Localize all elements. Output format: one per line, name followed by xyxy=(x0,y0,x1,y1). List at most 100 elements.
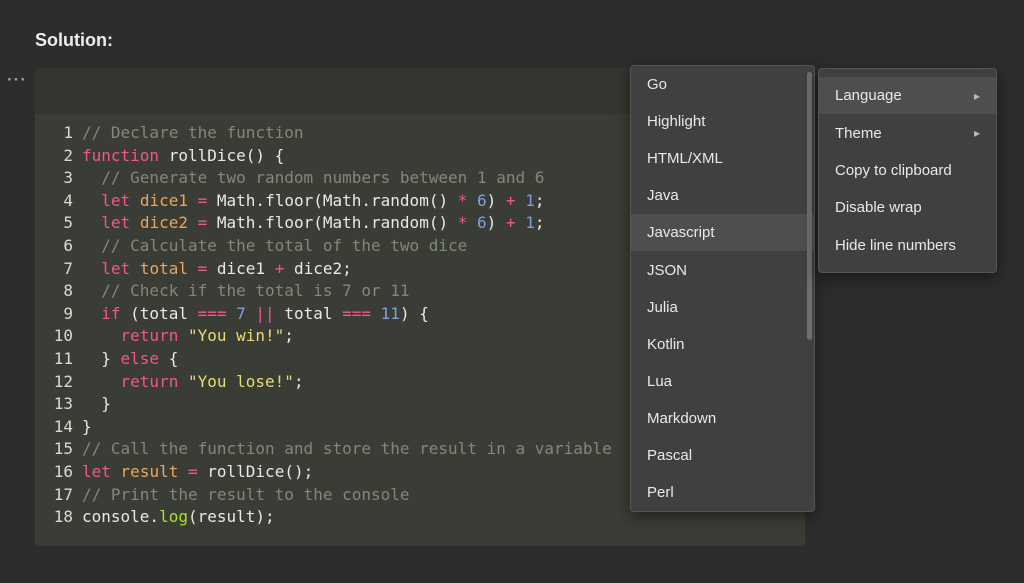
menu-item-javascript[interactable]: Javascript xyxy=(631,214,814,252)
menu-item-lua[interactable]: Lua xyxy=(631,363,814,400)
code-token: "You lose!" xyxy=(187,371,294,391)
code-token: return xyxy=(120,326,179,346)
code-token: (total xyxy=(120,303,198,323)
menu-item-label: HTML/XML xyxy=(647,150,723,168)
submenu-arrow-icon: ▸ xyxy=(973,126,980,141)
code-line-content: // Calculate the total of the two dice xyxy=(82,235,467,258)
menu-item-html-xml[interactable]: HTML/XML xyxy=(631,140,814,177)
line-number: 4 xyxy=(63,190,73,210)
menu-item-label: JSON xyxy=(647,261,688,279)
code-token: "You win!" xyxy=(187,326,285,346)
line-number: 9 xyxy=(63,303,73,323)
code-token: } xyxy=(82,416,92,436)
code-line-content: function rollDice() { xyxy=(82,145,284,168)
menu-item-julia[interactable]: Julia xyxy=(631,289,814,326)
language-menu-scrollbar[interactable] xyxy=(807,72,812,340)
menu-item-theme[interactable]: Theme ▸ xyxy=(819,114,996,151)
line-number: 6 xyxy=(63,235,73,255)
code-token: // Declare the function xyxy=(82,123,304,142)
menu-item-label: Java xyxy=(647,187,679,205)
code-token: return xyxy=(120,371,179,391)
menu-item-disable-wrap[interactable]: Disable wrap xyxy=(819,189,996,226)
code-token: ; xyxy=(534,213,545,233)
code-line-content: } xyxy=(82,393,111,416)
code-line-content: // Print the result to the console xyxy=(82,484,410,507)
menu-item-label: Hide line numbers xyxy=(835,236,956,254)
code-token: 6 xyxy=(477,190,487,210)
code-line-content: return "You win!"; xyxy=(82,325,294,348)
code-line-content: if (total === 7 || total === 11) { xyxy=(82,303,429,326)
code-token: ) { xyxy=(399,303,429,323)
menu-item-label: Theme xyxy=(835,124,882,142)
menu-item-language[interactable]: Language ▸ xyxy=(819,77,996,115)
line-number: 5 xyxy=(63,213,73,233)
code-token: // Call the function and store the resul… xyxy=(82,439,612,459)
menu-item-markdown[interactable]: Markdown xyxy=(631,400,814,437)
code-token: (result); xyxy=(187,507,275,527)
menu-item-json[interactable]: JSON xyxy=(631,251,814,288)
code-token: = xyxy=(187,461,198,481)
code-token: ; xyxy=(284,326,294,346)
code-token: dice2 xyxy=(139,213,188,233)
code-token: } xyxy=(82,348,121,368)
code-token: === xyxy=(197,303,227,323)
submenu-arrow-icon: ▸ xyxy=(973,88,980,103)
menu-item-highlight[interactable]: Highlight xyxy=(631,103,814,140)
line-number: 15 xyxy=(53,439,73,459)
menu-item-copy-to-clipboard[interactable]: Copy to clipboard xyxy=(819,152,996,189)
code-token: * xyxy=(457,213,468,233)
code-token: total xyxy=(139,258,188,278)
menu-item-go[interactable]: Go xyxy=(631,66,814,103)
menu-item-label: Perl xyxy=(647,484,674,502)
code-token: = xyxy=(197,258,208,278)
menu-item-label: Language xyxy=(835,87,902,105)
menu-item-label: Copy to clipboard xyxy=(835,161,952,179)
code-token: Math.floor(Math.random() xyxy=(207,190,458,210)
menu-item-pascal[interactable]: Pascal xyxy=(631,437,814,474)
code-token: ) xyxy=(486,190,506,210)
more-options-icon[interactable]: ··· xyxy=(7,70,27,90)
menu-item-java[interactable]: Java xyxy=(631,177,814,214)
code-token: else xyxy=(120,348,160,368)
code-token: dice2; xyxy=(284,258,352,278)
line-number: 11 xyxy=(53,348,73,368)
code-token: log xyxy=(159,507,188,527)
code-line-content: let dice2 = Math.floor(Math.random() * 6… xyxy=(82,212,544,235)
code-token: + xyxy=(274,258,285,278)
code-line-content: // Check if the total is 7 or 11 xyxy=(82,280,409,303)
code-token: = xyxy=(197,190,208,210)
menu-item-label: Javascript xyxy=(647,224,715,242)
menu-item-perl[interactable]: Perl xyxy=(631,474,814,511)
line-number: 12 xyxy=(53,371,73,391)
code-token: // Generate two random numbers between 1… xyxy=(82,168,545,188)
line-number: 8 xyxy=(63,281,73,301)
line-number: 14 xyxy=(53,416,73,436)
code-token: result xyxy=(120,461,179,481)
line-number: 13 xyxy=(53,394,73,414)
menu-item-hide-line-numbers[interactable]: Hide line numbers xyxy=(819,227,996,264)
code-token: let xyxy=(101,213,131,233)
code-token: ; xyxy=(293,371,304,391)
line-number: 17 xyxy=(53,484,73,504)
code-token: // Calculate the total of the two dice xyxy=(82,235,468,255)
menu-item-label: Markdown xyxy=(647,409,717,427)
menu-item-kotlin[interactable]: Kotlin xyxy=(631,326,814,363)
line-number: 3 xyxy=(63,168,73,188)
menu-item-label: Highlight xyxy=(647,113,706,131)
code-line-content: console.log(result); xyxy=(82,506,275,529)
code-token: total xyxy=(274,303,343,323)
code-token: let xyxy=(82,461,111,481)
line-number: 1 xyxy=(63,123,73,142)
